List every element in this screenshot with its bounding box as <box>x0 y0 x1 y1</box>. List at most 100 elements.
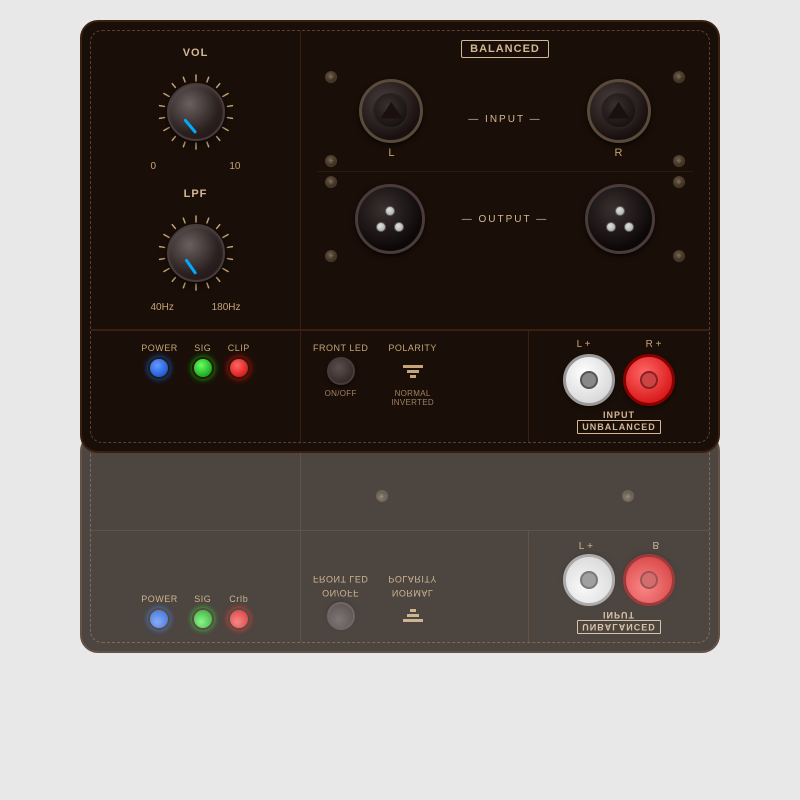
polarity-bar-bot <box>410 375 416 378</box>
reflection-controls: ON/OFF FRONT LED NORMAL POLARITY <box>301 531 529 642</box>
controls-row: FRONT LED ON/OFF POLARITY <box>313 343 516 407</box>
vol-knob[interactable] <box>167 83 225 141</box>
led-power: POWER <box>141 343 178 379</box>
xlr-pin-row-r <box>606 222 634 232</box>
lpf-indicator <box>184 258 197 274</box>
vol-label: VOL <box>183 47 209 59</box>
polarity-symbol[interactable] <box>399 357 427 385</box>
front-led-sublabels: ON/OFF <box>325 389 357 398</box>
lpf-label: LPF <box>184 188 208 200</box>
bottom-section: POWER SIG CLIP <box>91 330 709 442</box>
ref-front-led-top: FRONT LED <box>313 574 368 584</box>
rca-plus-r: + <box>656 339 662 350</box>
xlr-female-left[interactable] <box>359 79 423 143</box>
vol-min: 0 <box>151 161 157 172</box>
polarity-sublabels: NORMAL INVERTED <box>391 389 434 407</box>
ref-led-blue <box>148 608 170 630</box>
xlr-female-left-inner <box>373 93 409 129</box>
ref-rca-row <box>563 554 675 606</box>
ref-pol-bar <box>403 620 423 623</box>
led-power-indicator <box>148 357 170 379</box>
ref-pol-label1: NORMAL <box>392 588 434 598</box>
ref-unbalanced: UNBALANCED <box>577 620 661 634</box>
xlr-female-right-inner <box>601 93 637 129</box>
rca-right-center <box>640 371 658 389</box>
xlr-male-left-pins <box>376 206 404 232</box>
rca-lr-labels: L + R + <box>539 339 699 350</box>
rca-plus-l: + <box>585 339 591 350</box>
ref-rca-left-c <box>580 571 598 589</box>
ref-pol-label2: POLARITY <box>388 574 437 584</box>
xlr-pin-top-r <box>615 206 625 216</box>
reflection-panel: POWER SIG CrIb <box>80 433 720 653</box>
ref-screw2 <box>622 490 634 502</box>
ref-led-sig: SIG <box>192 594 214 630</box>
input-center-label: — INPUT — <box>468 114 541 125</box>
ref-lr-labels: Γ + B <box>539 539 699 550</box>
xlr-pin-br <box>394 222 404 232</box>
balanced-label: BALANCED <box>317 39 693 57</box>
ref-clip-label: CrIb <box>229 594 248 604</box>
lpf-knob-section: LPF <box>99 188 292 313</box>
input-connector-row: L — INPUT — <box>317 73 693 165</box>
lpf-range: 40Hz 180Hz <box>151 302 241 313</box>
ref-led-green <box>192 608 214 630</box>
rca-unbalanced-label: UNBALANCED <box>577 420 661 434</box>
xlr-female-left-shape <box>380 102 402 124</box>
input-section: L — INPUT — <box>317 67 693 171</box>
led-clip-indicator <box>228 357 250 379</box>
ref-pol-bar2 <box>407 615 419 618</box>
ref-input: INPUT <box>603 610 635 620</box>
xlr-male-left[interactable] <box>355 184 425 254</box>
front-led-label: FRONT LED <box>313 343 368 353</box>
front-led-sublabel: ON/OFF <box>325 389 357 398</box>
xlr-female-right[interactable] <box>587 79 651 143</box>
reflection-top: 40Hz 180Hz <box>91 440 709 531</box>
rca-left-center <box>580 371 598 389</box>
xlr-male-right[interactable] <box>585 184 655 254</box>
xlr-pin-br-r <box>624 222 634 232</box>
lpf-min: 40Hz <box>151 302 174 313</box>
xlr-male-right-pins <box>606 206 634 232</box>
reflection-knobs: 40Hz 180Hz <box>91 440 301 530</box>
led-sig: SIG <box>192 343 214 379</box>
vol-knob-container[interactable] <box>151 67 241 157</box>
input-left-label: L <box>388 147 394 159</box>
polarity-bar-top <box>403 365 423 368</box>
ref-front-led-label: ON/OFF <box>322 588 359 598</box>
ref-front-led: ON/OFF FRONT LED <box>313 574 368 630</box>
ref-polarity-sym <box>399 602 427 630</box>
reflection-rca: UNBALANCED INPUT Γ + B <box>529 531 709 642</box>
rca-l-label: L + <box>577 339 591 350</box>
front-led-control: FRONT LED ON/OFF <box>313 343 368 407</box>
polarity-label: POLARITY <box>388 343 437 353</box>
led-sig-label: SIG <box>194 343 211 353</box>
input-left-connector: L <box>359 79 423 159</box>
vol-max: 10 <box>229 161 240 172</box>
xlr-pin-bl-r <box>606 222 616 232</box>
rca-left-connector[interactable] <box>563 354 615 406</box>
rca-right-connector[interactable] <box>623 354 675 406</box>
vol-indicator <box>183 118 197 134</box>
ref-rca-left <box>563 554 615 606</box>
ref-r: B <box>653 539 660 550</box>
front-led-toggle[interactable] <box>327 357 355 385</box>
ref-sig-label: SIG <box>194 594 211 604</box>
ref-led-clip: CrIb <box>228 594 250 630</box>
polarity-bar-mid <box>407 370 419 373</box>
ref-led-red <box>228 608 250 630</box>
led-clip-label: CLIP <box>228 343 250 353</box>
led-sig-indicator <box>192 357 214 379</box>
lpf-knob-container[interactable] <box>151 208 241 298</box>
reflection-led-row: POWER SIG CrIb <box>141 594 250 630</box>
ref-power-label: POWER <box>141 594 178 604</box>
ref-toggle <box>327 602 355 630</box>
rca-section: L + R + <box>529 331 709 442</box>
xlr-female-right-shape <box>608 102 630 124</box>
rca-row <box>563 354 675 406</box>
main-panel: VOL <box>80 20 720 453</box>
ref-rca-labels: UNBALANCED INPUT <box>577 610 661 634</box>
lpf-knob[interactable] <box>167 224 225 282</box>
vol-knob-section: VOL <box>99 47 292 172</box>
reflection-controls-row: ON/OFF FRONT LED NORMAL POLARITY <box>313 574 516 630</box>
